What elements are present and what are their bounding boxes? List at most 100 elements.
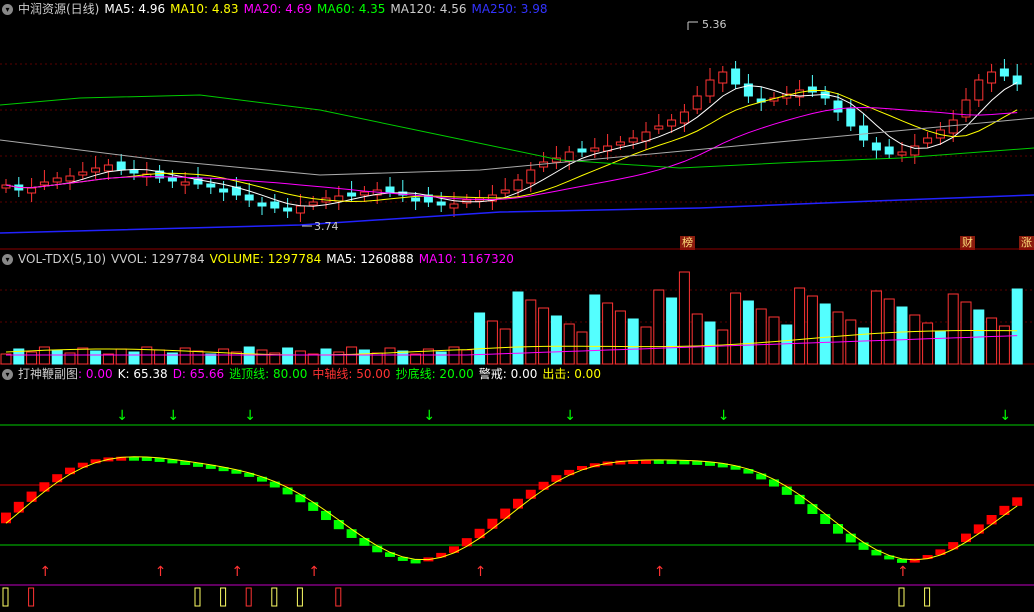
ma60-line bbox=[0, 94, 1034, 169]
kd-block bbox=[961, 533, 971, 543]
volume-bar bbox=[717, 329, 729, 365]
candle-body bbox=[65, 175, 75, 182]
candle-body bbox=[871, 142, 881, 151]
sell-arrow-icon: ↓ bbox=[564, 408, 576, 424]
candle-body bbox=[654, 125, 664, 130]
candle-body bbox=[359, 191, 369, 196]
kd-block bbox=[653, 459, 664, 464]
kd-block bbox=[551, 475, 562, 482]
signal-marker bbox=[28, 587, 35, 607]
candle-body bbox=[180, 181, 190, 186]
volume-bars bbox=[0, 271, 1023, 365]
kd-block bbox=[372, 545, 383, 553]
volume-bar bbox=[806, 295, 818, 365]
signal-marker bbox=[194, 587, 201, 607]
volume-bar bbox=[474, 312, 486, 365]
candle-body bbox=[270, 201, 280, 209]
volume-bar bbox=[128, 351, 140, 365]
candle-body bbox=[39, 181, 49, 186]
candle-body bbox=[641, 131, 651, 142]
kd-block bbox=[756, 473, 767, 480]
candle-body bbox=[116, 161, 126, 171]
kd-block bbox=[449, 546, 459, 553]
sell-arrow-icon: ↓ bbox=[167, 408, 179, 424]
volume-bar bbox=[525, 299, 537, 365]
candle-body bbox=[923, 137, 933, 144]
sell-arrow-icon: ↓ bbox=[999, 408, 1011, 424]
kd-indicator: ↓ ↓ ↓ ↓ ↓ ↓ ↓ ↑ ↑ ↑ ↑ ↑ ↑ ↑ bbox=[1, 408, 1023, 607]
candle-body bbox=[283, 207, 293, 212]
kd-block bbox=[359, 537, 370, 546]
volume-bar bbox=[730, 292, 742, 365]
signal-marker bbox=[220, 587, 227, 607]
kd-block bbox=[999, 505, 1010, 516]
kd-block bbox=[845, 533, 856, 543]
buy-arrow-icon: ↑ bbox=[308, 564, 320, 580]
volume-bar bbox=[998, 325, 1010, 365]
candle-body bbox=[385, 186, 395, 193]
candle-body bbox=[884, 146, 894, 155]
volume-bar bbox=[51, 349, 63, 365]
volume-bar bbox=[986, 317, 998, 365]
high-annotation: 5.36 bbox=[687, 18, 727, 31]
candle-body bbox=[206, 183, 216, 188]
candle-body bbox=[257, 202, 267, 207]
volume-bar bbox=[538, 307, 550, 365]
stock-chart-canvas[interactable]: ↓ ↓ ↓ ↓ ↓ ↓ ↓ ↑ ↑ ↑ ↑ ↑ ↑ ↑ 5.36 3.74 bbox=[0, 0, 1034, 612]
candle-body bbox=[833, 100, 843, 113]
candle-body bbox=[347, 192, 357, 197]
low-price-label: 3.74 bbox=[314, 220, 339, 233]
volume-bar bbox=[960, 301, 972, 365]
candle-body bbox=[78, 171, 88, 176]
signal-marker bbox=[245, 587, 252, 607]
sell-arrow-icon: ↓ bbox=[423, 408, 435, 424]
kd-block bbox=[346, 529, 357, 538]
volume-bar bbox=[870, 290, 882, 365]
kd-block bbox=[525, 489, 536, 499]
volume-bar bbox=[1011, 288, 1023, 365]
candle-body bbox=[513, 179, 523, 191]
kd-block bbox=[436, 552, 447, 558]
candle-body bbox=[308, 201, 318, 206]
candle-body bbox=[859, 125, 869, 141]
volume-bar bbox=[896, 306, 908, 365]
kd-block bbox=[513, 498, 523, 509]
candle-body bbox=[129, 169, 139, 174]
kd-block bbox=[1012, 497, 1023, 506]
kd-block bbox=[474, 528, 485, 539]
kd-block bbox=[461, 538, 472, 547]
kd-block bbox=[973, 524, 984, 534]
candle-body bbox=[103, 164, 113, 172]
kd-block bbox=[858, 542, 869, 550]
candle-body bbox=[244, 194, 254, 201]
signal-marker bbox=[271, 587, 278, 607]
kd-block bbox=[769, 479, 779, 487]
volume-bar bbox=[922, 322, 934, 365]
volume-bar bbox=[384, 347, 396, 365]
candle-body bbox=[564, 151, 574, 162]
volume-bar bbox=[486, 320, 498, 365]
volume-bar bbox=[934, 330, 946, 365]
volume-bar bbox=[461, 349, 473, 365]
kd-block bbox=[269, 481, 280, 488]
volume-bar bbox=[256, 349, 268, 365]
kd-block bbox=[935, 549, 946, 556]
signal-marker bbox=[296, 587, 303, 607]
volume-bar bbox=[589, 294, 601, 365]
volume-bar bbox=[435, 351, 447, 365]
kd-block bbox=[308, 502, 319, 511]
kd-block bbox=[26, 491, 37, 502]
volume-bar bbox=[653, 289, 665, 365]
low-annotation: 3.74 bbox=[302, 220, 339, 233]
kd-block bbox=[500, 508, 511, 519]
kd-block bbox=[666, 460, 677, 465]
kd-block bbox=[333, 520, 344, 530]
volume-bar bbox=[218, 348, 230, 365]
volume-bar bbox=[294, 350, 306, 365]
ma-line bbox=[5, 81, 1018, 207]
kd-block bbox=[807, 504, 818, 514]
buy-arrow-icon: ↑ bbox=[654, 564, 666, 580]
volume-bar bbox=[397, 350, 409, 365]
sell-arrow-icon: ↓ bbox=[718, 408, 730, 424]
ma250-line bbox=[0, 194, 1034, 234]
